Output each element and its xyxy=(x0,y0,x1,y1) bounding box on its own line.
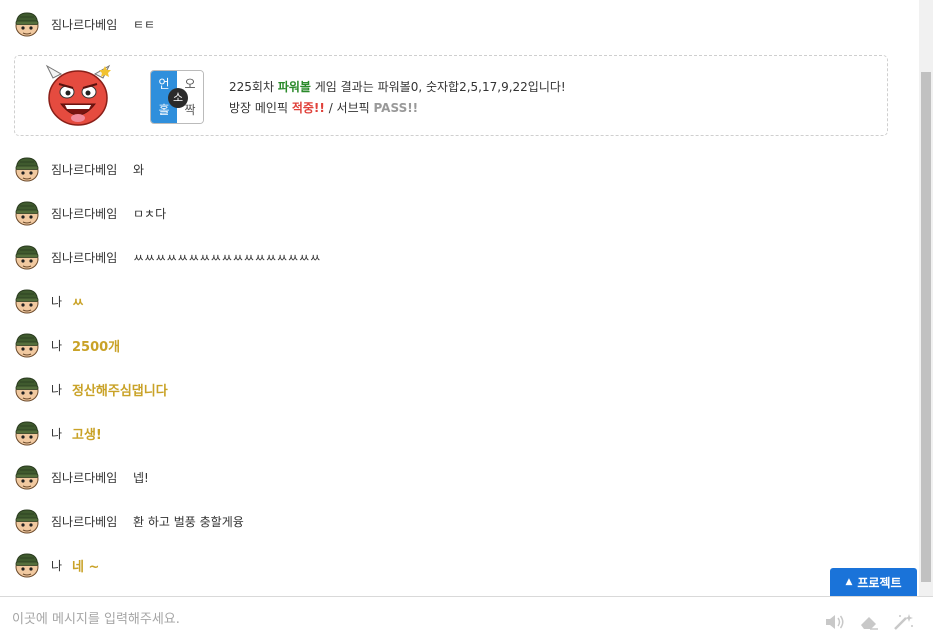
project-button-label: 프로젝트 xyxy=(857,575,902,590)
chat-message: 짐나르다베임 와 xyxy=(14,154,144,184)
message-text: 정산해주심댑니다 xyxy=(72,383,168,399)
soldier-avatar-icon[interactable] xyxy=(14,376,40,402)
magic-wand-icon[interactable] xyxy=(892,613,914,631)
chat-message: 짐나르다베임 넵! xyxy=(14,462,149,492)
message-text: 넵! xyxy=(133,470,149,485)
grid-center-badge: 소 xyxy=(168,88,188,108)
soldier-avatar-icon[interactable] xyxy=(14,332,40,358)
result-line-2: 방장 메인픽 적중!! / 서브픽 PASS!! xyxy=(229,98,566,119)
chat-message-mine: 나 ㅆ xyxy=(14,286,84,316)
message-text: 환 하고 벌풍 충할게융 xyxy=(133,514,244,529)
message-nick[interactable]: 나 xyxy=(51,557,72,574)
chat-message: 짐나르다베임 ㅁㅊ다 xyxy=(14,198,166,228)
message-text: ㅆㅆㅆㅆㅆㅆㅆㅆㅆㅆㅆㅆㅆㅆㅆㅆㅆ xyxy=(133,250,321,265)
chat-message: 짐나르다베임 환 하고 벌풍 충할게융 xyxy=(14,506,244,536)
message-text: ㅆ xyxy=(72,295,84,311)
devil-mascot-icon xyxy=(45,64,111,126)
message-nick[interactable]: 짐나르다베임 xyxy=(51,161,133,178)
message-input[interactable] xyxy=(12,609,772,629)
chat-message-mine: 나 고생! xyxy=(14,418,102,448)
chat-message: 짐나르다베임 ㅌㅌ xyxy=(14,9,155,39)
message-text: 고생! xyxy=(72,427,102,443)
message-text: 2500개 xyxy=(72,339,121,355)
soldier-avatar-icon[interactable] xyxy=(14,11,40,37)
chat-message-mine: 나 정산해주심댑니다 xyxy=(14,374,168,404)
result-summary: 게임 결과는 파워볼0, 숫자합2,5,17,9,22입니다! xyxy=(310,80,566,94)
message-text: ㅌㅌ xyxy=(133,17,156,32)
speaker-icon[interactable] xyxy=(824,613,846,631)
soldier-avatar-icon[interactable] xyxy=(14,420,40,446)
scrollbar-thumb[interactable] xyxy=(921,72,931,582)
message-nick[interactable]: 짐나르다베임 xyxy=(51,469,133,486)
message-nick[interactable]: 나 xyxy=(51,425,72,442)
triangle-up-icon: ▲ xyxy=(845,577,853,587)
message-text: ㅁㅊ다 xyxy=(133,206,167,221)
message-nick[interactable]: 짐나르다베임 xyxy=(51,249,133,266)
soldier-avatar-icon[interactable] xyxy=(14,508,40,534)
soldier-avatar-icon[interactable] xyxy=(14,156,40,182)
message-text: 와 xyxy=(133,162,145,177)
chat-message: 짐나르다베임 ㅆㅆㅆㅆㅆㅆㅆㅆㅆㅆㅆㅆㅆㅆㅆㅆㅆ xyxy=(14,242,321,272)
result-line-1: 225회차 파워볼 게임 결과는 파워볼0, 숫자합2,5,17,9,22입니다… xyxy=(229,77,566,98)
soldier-avatar-icon[interactable] xyxy=(14,464,40,490)
chat-scrollbar[interactable] xyxy=(919,0,933,596)
sub-pick-result: PASS!! xyxy=(373,101,419,115)
soldier-avatar-icon[interactable] xyxy=(14,552,40,578)
message-nick[interactable]: 짐나르다베임 xyxy=(51,513,133,530)
project-button[interactable]: ▲ 프로젝트 xyxy=(830,568,917,596)
chat-area: 짐나르다베임 ㅌㅌ 언 오 홀 짝 소 225회차 파워볼 게임 결과는 파워볼… xyxy=(0,0,919,596)
message-nick[interactable]: 나 xyxy=(51,293,72,310)
sub-pick-label: / 서브픽 xyxy=(324,101,374,115)
eraser-icon[interactable] xyxy=(858,613,880,631)
message-nick[interactable]: 짐나르다베임 xyxy=(51,16,133,33)
message-nick[interactable]: 나 xyxy=(51,337,72,354)
soldier-avatar-icon[interactable] xyxy=(14,200,40,226)
result-text: 225회차 파워볼 게임 결과는 파워볼0, 숫자합2,5,17,9,22입니다… xyxy=(229,77,566,119)
main-pick-label: 방장 메인픽 xyxy=(229,101,292,115)
message-nick[interactable]: 나 xyxy=(51,381,72,398)
game-result-card: 언 오 홀 짝 소 225회차 파워볼 게임 결과는 파워볼0, 숫자합2,5,… xyxy=(14,55,888,136)
soldier-avatar-icon[interactable] xyxy=(14,288,40,314)
message-nick[interactable]: 짐나르다베임 xyxy=(51,205,133,222)
result-game-name: 파워볼 xyxy=(277,80,311,94)
message-text: 네 ~ xyxy=(72,559,100,575)
result-round: 225회차 xyxy=(229,80,278,94)
main-pick-result: 적중!! xyxy=(291,101,325,115)
chat-message-mine: 나 2500개 xyxy=(14,330,120,360)
message-input-bar xyxy=(0,596,933,639)
soldier-avatar-icon[interactable] xyxy=(14,244,40,270)
result-grid: 언 오 홀 짝 소 xyxy=(150,70,204,124)
chat-message-mine: 나 네 ~ xyxy=(14,550,99,580)
